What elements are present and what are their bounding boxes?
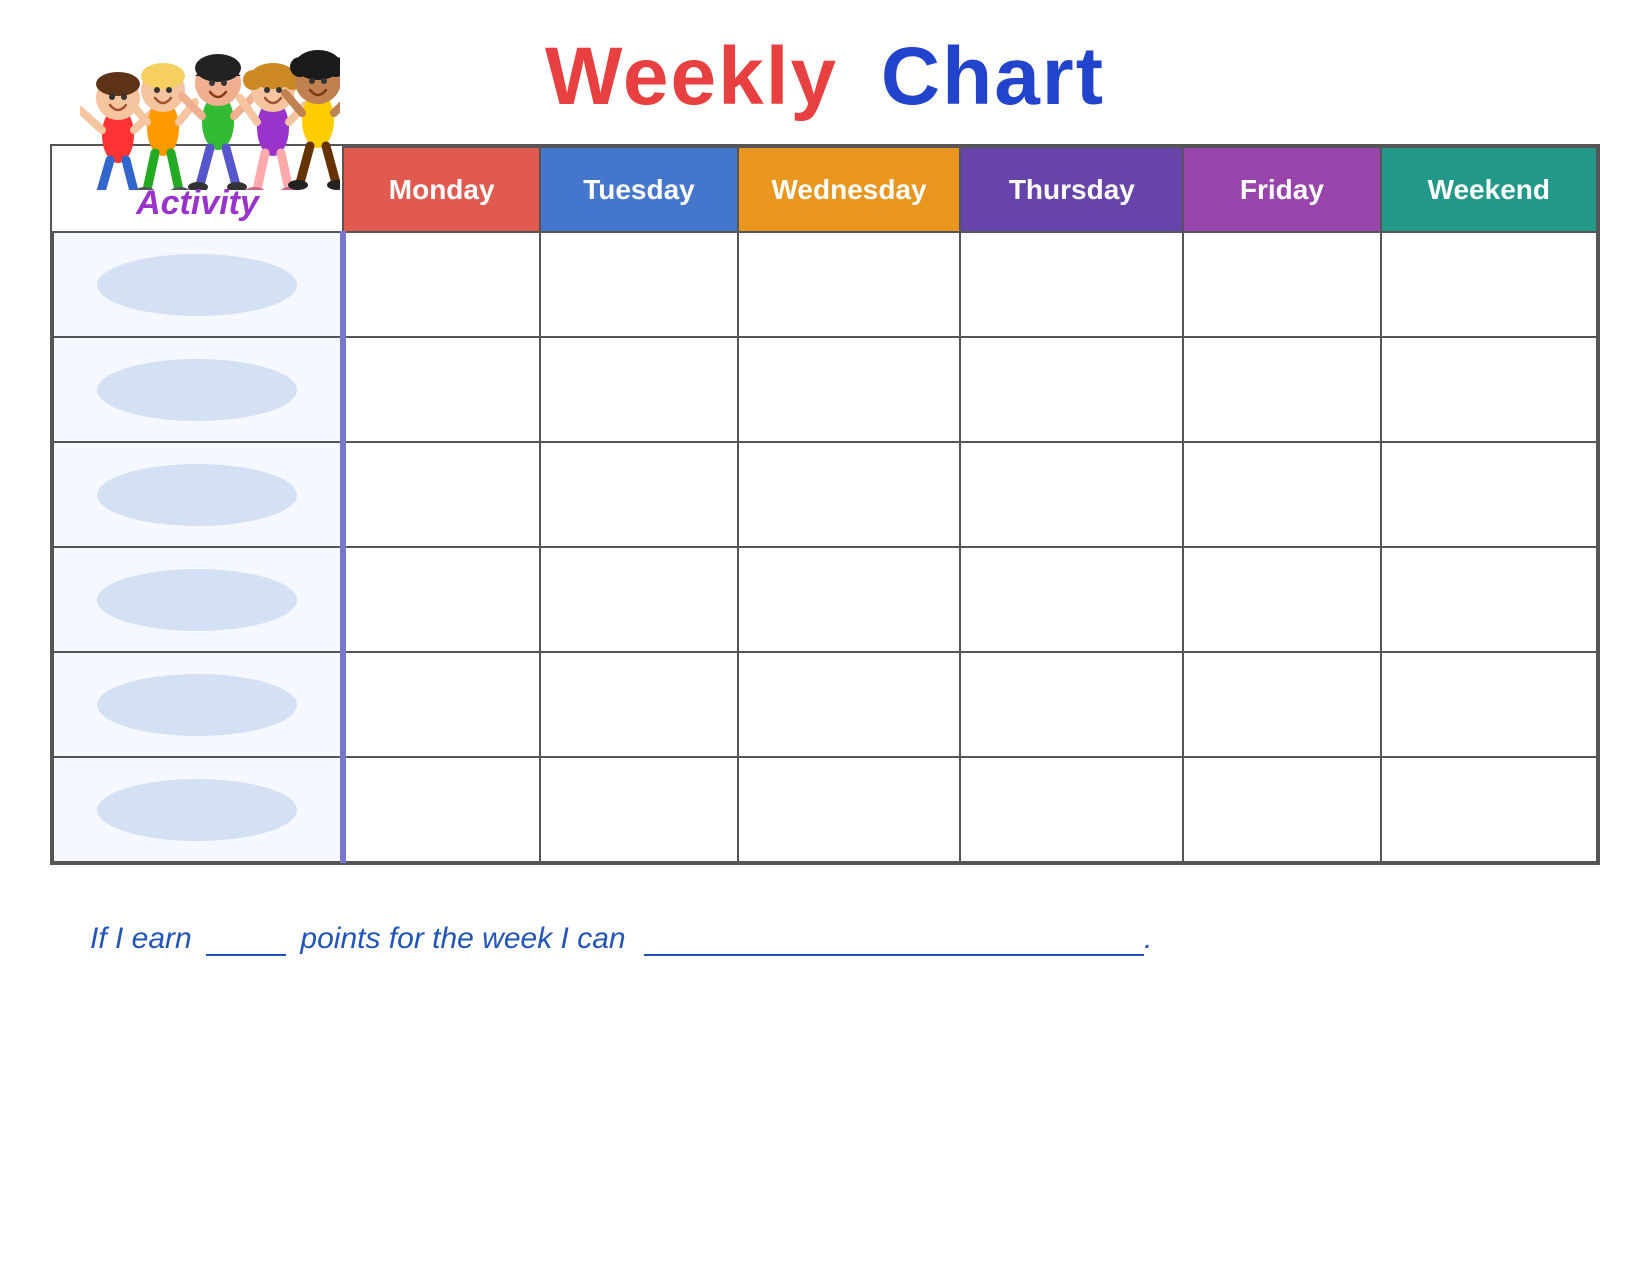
data-cell-thu-5[interactable] <box>960 652 1183 757</box>
page-container: Weekly Chart Activity Monday Tuesday Wed… <box>0 0 1650 1275</box>
table-row <box>53 757 1597 862</box>
weekend-header: Weekend <box>1381 147 1597 232</box>
activity-label: Activity <box>136 184 259 223</box>
data-cell-wkd-6[interactable] <box>1381 757 1597 862</box>
header: Weekly Chart <box>50 30 1600 124</box>
data-cell-thu-2[interactable] <box>960 337 1183 442</box>
activity-oval-2 <box>97 359 297 421</box>
table-row <box>53 337 1597 442</box>
footer-points-blank[interactable] <box>206 920 286 956</box>
activity-oval-5 <box>97 674 297 736</box>
data-cell-fri-6[interactable] <box>1183 757 1380 862</box>
data-cell-tue-3[interactable] <box>540 442 737 547</box>
data-cell-wed-3[interactable] <box>738 442 961 547</box>
activity-oval-4 <box>97 569 297 631</box>
footer-text: If I earn points for the week I can . <box>90 922 1152 955</box>
data-cell-mon-1[interactable] <box>343 232 540 337</box>
title-chart: Chart <box>881 31 1105 122</box>
activity-oval-1 <box>97 254 297 316</box>
friday-header: Friday <box>1183 147 1380 232</box>
data-cell-wed-4[interactable] <box>738 547 961 652</box>
tuesday-header: Tuesday <box>540 147 737 232</box>
activity-header-cell: Activity <box>53 147 343 232</box>
data-cell-wkd-1[interactable] <box>1381 232 1597 337</box>
table-row <box>53 442 1597 547</box>
data-cell-mon-4[interactable] <box>343 547 540 652</box>
data-cell-wkd-2[interactable] <box>1381 337 1597 442</box>
footer-points-label: points for the week I can <box>300 922 625 955</box>
activity-cell-4 <box>53 547 343 652</box>
data-cell-mon-5[interactable] <box>343 652 540 757</box>
table-row <box>53 232 1597 337</box>
chart-table: Activity Monday Tuesday Wednesday Thursd… <box>52 146 1598 863</box>
table-row <box>53 652 1597 757</box>
data-cell-fri-4[interactable] <box>1183 547 1380 652</box>
activity-cell-5 <box>53 652 343 757</box>
data-cell-mon-3[interactable] <box>343 442 540 547</box>
footer-reward-blank[interactable] <box>644 920 1144 956</box>
data-cell-thu-6[interactable] <box>960 757 1183 862</box>
footer-period: . <box>1144 922 1152 955</box>
title-weekly: Weekly <box>545 31 838 122</box>
data-cell-wed-6[interactable] <box>738 757 961 862</box>
header-row: Activity Monday Tuesday Wednesday Thursd… <box>53 147 1597 232</box>
data-cell-thu-1[interactable] <box>960 232 1183 337</box>
data-cell-wkd-4[interactable] <box>1381 547 1597 652</box>
activity-cell-3 <box>53 442 343 547</box>
data-cell-wkd-5[interactable] <box>1381 652 1597 757</box>
data-cell-tue-6[interactable] <box>540 757 737 862</box>
activity-cell-2 <box>53 337 343 442</box>
data-cell-wed-2[interactable] <box>738 337 961 442</box>
weekly-chart: Activity Monday Tuesday Wednesday Thursd… <box>50 144 1600 865</box>
data-cell-mon-6[interactable] <box>343 757 540 862</box>
data-cell-wed-5[interactable] <box>738 652 961 757</box>
data-cell-fri-2[interactable] <box>1183 337 1380 442</box>
data-cell-tue-4[interactable] <box>540 547 737 652</box>
activity-oval-6 <box>97 779 297 841</box>
footer-if-i-earn: If I earn <box>90 922 192 955</box>
table-row <box>53 547 1597 652</box>
data-cell-wkd-3[interactable] <box>1381 442 1597 547</box>
activity-oval-3 <box>97 464 297 526</box>
data-cell-fri-5[interactable] <box>1183 652 1380 757</box>
footer: If I earn points for the week I can . <box>50 920 1600 956</box>
data-cell-fri-1[interactable] <box>1183 232 1380 337</box>
data-cell-thu-3[interactable] <box>960 442 1183 547</box>
data-cell-wed-1[interactable] <box>738 232 961 337</box>
data-cell-tue-1[interactable] <box>540 232 737 337</box>
monday-header: Monday <box>343 147 540 232</box>
wednesday-header: Wednesday <box>738 147 961 232</box>
thursday-header: Thursday <box>960 147 1183 232</box>
activity-cell-1 <box>53 232 343 337</box>
data-cell-thu-4[interactable] <box>960 547 1183 652</box>
data-cell-tue-5[interactable] <box>540 652 737 757</box>
data-cell-mon-2[interactable] <box>343 337 540 442</box>
page-title: Weekly Chart <box>545 30 1105 124</box>
activity-cell-6 <box>53 757 343 862</box>
data-cell-fri-3[interactable] <box>1183 442 1380 547</box>
data-cell-tue-2[interactable] <box>540 337 737 442</box>
